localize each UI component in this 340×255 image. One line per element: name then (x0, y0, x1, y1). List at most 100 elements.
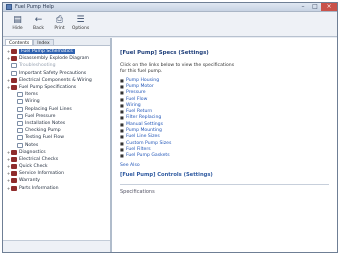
tree-item-label: Electrical Components & Wiring (19, 77, 92, 83)
see-also-link[interactable]: See Also (120, 163, 329, 168)
spec-link-label: Pump Housing (126, 77, 160, 83)
page-icon (11, 70, 17, 76)
toolbar: ▤ Hide ← Back ⎙ Print ☰ Options (3, 12, 337, 37)
page-icon (17, 120, 23, 126)
tree-item-label: Important Safety Precautions (19, 70, 87, 76)
book-icon (11, 149, 17, 155)
spec-link-label: Fuel Pump Gaskets (126, 153, 170, 159)
book-icon (11, 171, 17, 177)
tree-item[interactable]: + Parts Information (6, 185, 108, 192)
navigation-pane: Contents Index + Fuel Pump Schematics + Dis… (3, 38, 112, 252)
page-icon (17, 92, 23, 98)
tree-item-label: Disassembly Explode Diagram (19, 56, 90, 62)
tree-item-label: Notes (25, 142, 39, 148)
back-button[interactable]: ← Back (28, 14, 49, 36)
tree-item-label: Checking Pump (25, 128, 61, 134)
topic-pane: [Fuel Pump] Specs (Settings) Click on th… (112, 38, 337, 252)
help-window: Fuel Pump Help – □ × ▤ Hide ← Back ⎙ Pri… (2, 2, 338, 253)
tree-item[interactable]: + Diagnostics (6, 149, 108, 156)
main-area: Contents Index + Fuel Pump Schematics + Dis… (3, 38, 337, 252)
spec-link-label: Manual Settings (126, 121, 163, 127)
nav-tabs: Contents Index (3, 38, 110, 46)
tree-item-label: Service Information (19, 171, 65, 177)
tree-item[interactable]: Notes (6, 141, 108, 148)
spec-links: ■ Pump Housing ■ Pump Motor ■ Pressure ■ Fuel F… (120, 77, 329, 159)
spec-link[interactable]: ■ Fuel Pump Gaskets (120, 153, 329, 159)
print-icon: ⎙ (55, 15, 64, 25)
tree-item[interactable]: + Fuel Pump Specifications (6, 84, 108, 91)
tree-item-label: Quick Check (19, 164, 48, 170)
book-icon (11, 156, 17, 162)
tab-index[interactable]: Index (33, 39, 54, 46)
window-title: Fuel Pump Help (15, 4, 54, 10)
tree-item[interactable]: + Quick Check (6, 163, 108, 170)
tree-item-label: Parts Information (19, 185, 59, 191)
tree-item-label: Electrical Checks (19, 156, 59, 162)
options-icon: ☰ (76, 15, 85, 25)
page-icon (11, 63, 17, 69)
spec-link-label: Wiring (126, 102, 141, 108)
hide-label: Hide (12, 26, 23, 31)
topic-title: [Fuel Pump] Specs (Settings) (120, 50, 209, 56)
tree-item[interactable]: Fuel Pressure (6, 113, 108, 120)
divider (120, 183, 329, 185)
page-icon (17, 106, 23, 112)
spec-link-label: Fuel Return (126, 109, 153, 115)
tree-item-label: Warranty (19, 178, 41, 184)
nav-pane-footer (3, 240, 110, 252)
tree-item[interactable]: + Electrical Checks (6, 156, 108, 163)
tree-item[interactable]: Important Safety Precautions (6, 70, 108, 77)
maximize-icon[interactable]: □ (309, 3, 321, 11)
tab-contents[interactable]: Contents (5, 39, 34, 46)
back-label: Back (33, 26, 44, 31)
tree-item-label: Items (25, 92, 38, 98)
tree-item-label: Wiring (25, 99, 40, 105)
topic-intro-2: for this fuel pump. (120, 69, 163, 74)
page-icon (17, 113, 23, 119)
back-icon: ← (34, 15, 43, 25)
spec-link-label: Filter Replacing (126, 115, 162, 121)
book-icon (11, 49, 17, 55)
print-button[interactable]: ⎙ Print (49, 14, 70, 36)
page-icon (17, 128, 23, 134)
hide-icon: ▤ (13, 15, 22, 25)
tree-item-label: Diagnostics (19, 149, 46, 155)
spec-link-label: Fuel Flow (126, 96, 148, 102)
window-controls: – □ × (297, 2, 337, 12)
spec-link-label: Fuel Line Sizes (126, 134, 160, 140)
tree-item[interactable]: + Service Information (6, 170, 108, 177)
tree-item[interactable]: Replacing Fuel Lines (6, 106, 108, 113)
tree-item[interactable]: Installation Notes (6, 120, 108, 127)
tree-item-label: Installation Notes (25, 120, 66, 126)
bottom-section-title: Specifications (120, 188, 155, 195)
options-button[interactable]: ☰ Options (70, 14, 91, 36)
book-icon (11, 164, 17, 170)
tree-item-label: Fuel Pump Specifications (19, 85, 77, 91)
contents-tree: + Fuel Pump Schematics + Disassembly Explod… (3, 46, 110, 192)
book-icon (11, 77, 17, 83)
spec-link-label: Pump Motor (126, 83, 154, 89)
book-icon (11, 56, 17, 62)
tree-item-label: Fuel Pump Schematics (19, 49, 75, 55)
close-icon[interactable]: × (321, 2, 337, 11)
page-icon (17, 135, 23, 141)
tree-item[interactable]: + Fuel Pump Schematics (6, 48, 108, 55)
tree-item[interactable]: + Warranty (6, 177, 108, 184)
spec-link-label: Pressure (126, 90, 146, 96)
minimize-icon[interactable]: – (297, 3, 309, 11)
tree-item[interactable]: Wiring (6, 98, 108, 105)
print-label: Print (54, 26, 65, 31)
controls-link[interactable]: [Fuel Pump] Controls (Settings) (120, 172, 329, 178)
tree-item[interactable]: + Electrical Components & Wiring (6, 77, 108, 84)
tree-item[interactable]: Items (6, 91, 108, 98)
tree-item[interactable]: Testing Fuel Flow (6, 134, 108, 141)
hide-button[interactable]: ▤ Hide (7, 14, 28, 36)
tree-item[interactable]: Checking Pump (6, 127, 108, 134)
tree-item-label: Troubleshooting (19, 63, 56, 69)
tree-item-label: Fuel Pressure (25, 113, 56, 119)
tree-item[interactable]: Troubleshooting (6, 62, 108, 69)
tree-item-label: Replacing Fuel Lines (25, 106, 72, 112)
book-icon (11, 85, 17, 91)
tree-item[interactable]: + Disassembly Explode Diagram (6, 55, 108, 62)
app-icon (6, 4, 12, 10)
